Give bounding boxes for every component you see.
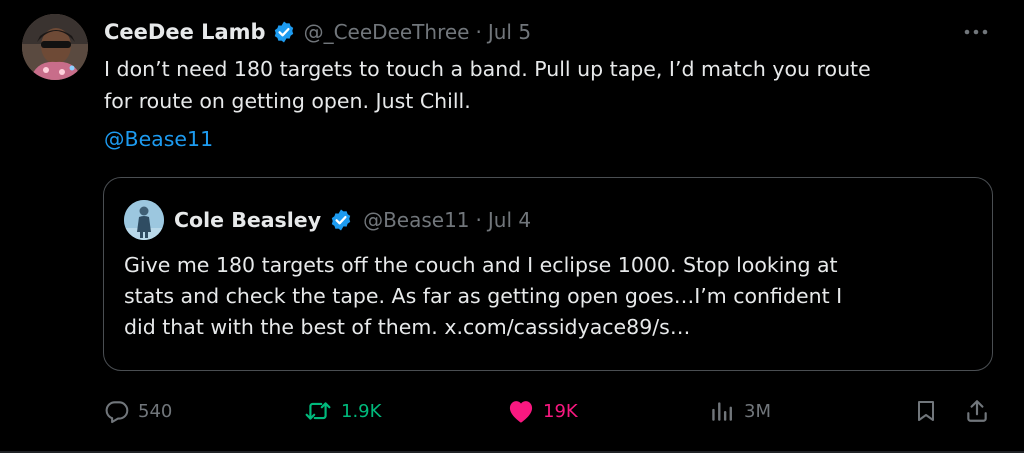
heart-icon: [509, 401, 533, 423]
views-icon: [712, 402, 732, 421]
like-button[interactable]: 19K: [507, 390, 578, 432]
tweet-text: I don’t need 180 targets to touch a band…: [104, 57, 871, 113]
action-bar: 540 1.9K 19K 3M: [0, 390, 1024, 432]
retweet-button[interactable]: 1.9K: [303, 390, 381, 432]
reply-count: 540: [138, 400, 173, 422]
more-options-icon[interactable]: [962, 24, 990, 40]
author-avatar[interactable]: [22, 14, 88, 80]
share-icon: [967, 400, 987, 422]
avatar-image: [22, 14, 88, 80]
verified-badge-icon: [331, 209, 351, 231]
retweet-icon: [305, 402, 331, 420]
quoted-text: Give me 180 targets off the couch and I …: [124, 253, 843, 339]
separator-dot: ·: [475, 20, 482, 44]
quoted-author-handle[interactable]: @Bease11: [363, 208, 469, 232]
reply-button[interactable]: 540: [104, 390, 172, 432]
quoted-avatar-image: [124, 200, 164, 240]
tweet-card[interactable]: CeeDee Lamb @_CeeDeeThree · Jul 5 I don’…: [0, 0, 1024, 453]
bookmark-icon: [918, 401, 934, 421]
quoted-tweet[interactable]: Cole Beasley @Bease11 · Jul 4 Give me 18…: [103, 177, 993, 371]
author-name[interactable]: CeeDee Lamb: [104, 20, 266, 44]
retweet-count: 1.9K: [341, 400, 382, 422]
tweet-header: CeeDee Lamb @_CeeDeeThree · Jul 5: [104, 18, 531, 46]
mention-link[interactable]: @Bease11: [104, 123, 213, 155]
author-handle[interactable]: @_CeeDeeThree: [304, 20, 470, 44]
views-count: 3M: [744, 400, 771, 422]
quoted-header: Cole Beasley @Bease11 · Jul 4: [174, 205, 531, 235]
quoted-author-avatar[interactable]: [124, 200, 164, 240]
views-button[interactable]: 3M: [708, 390, 771, 432]
like-count: 19K: [543, 400, 578, 422]
quoted-author-name[interactable]: Cole Beasley: [174, 208, 321, 232]
reply-icon: [105, 401, 129, 424]
verified-badge-icon: [274, 21, 293, 43]
share-button[interactable]: [964, 390, 990, 432]
tweet-date[interactable]: Jul 5: [488, 20, 531, 44]
separator-dot: ·: [475, 208, 482, 232]
bookmark-button[interactable]: [914, 390, 938, 432]
quoted-date[interactable]: Jul 4: [488, 208, 531, 232]
